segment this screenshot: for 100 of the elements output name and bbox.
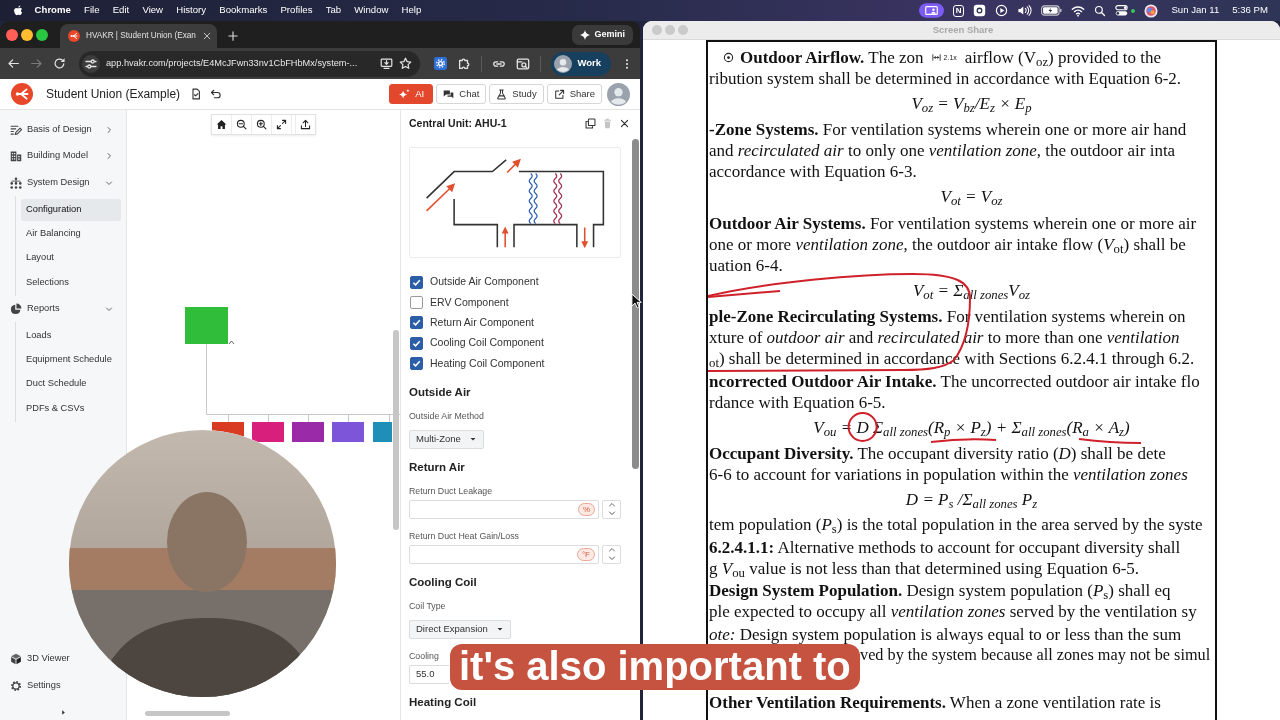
install-icon[interactable] — [380, 57, 394, 70]
apple-logo-icon[interactable] — [12, 4, 23, 17]
url-text[interactable]: app.hvakr.com/projects/E4McJFwn33nv1CbFHbMx/system-... — [106, 56, 358, 71]
checkbox[interactable] — [410, 296, 423, 310]
tab-search-icon[interactable] — [516, 56, 531, 71]
window-zoom-icon[interactable] — [36, 28, 48, 41]
unit-node[interactable] — [185, 307, 228, 344]
checkbox-label[interactable]: Heating Coil Component — [430, 355, 545, 372]
letter-n-icon[interactable]: N — [952, 4, 965, 17]
back-icon[interactable] — [7, 57, 20, 70]
gear-icon[interactable] — [434, 57, 448, 70]
document-text-line: accordance with Equation 6-3. — [708, 161, 918, 182]
menu-item[interactable]: Help — [395, 3, 428, 18]
caret-right-icon[interactable] — [59, 709, 67, 716]
window-close-icon[interactable] — [6, 28, 18, 41]
sidebar-subitem[interactable]: Air Balancing — [21, 222, 121, 245]
undo-icon[interactable] — [210, 88, 223, 100]
window-minimize-icon[interactable] — [21, 28, 33, 41]
home-button[interactable] — [212, 115, 232, 134]
menu-item[interactable]: Window — [347, 3, 395, 18]
forward-icon[interactable] — [30, 57, 43, 70]
sidebar-item[interactable]: Basis of Design — [0, 116, 126, 144]
checkbox-label[interactable]: Outside Air Component — [430, 274, 539, 291]
search-icon[interactable] — [1094, 4, 1107, 17]
menu-bar-time[interactable]: 5:36 PM — [1232, 3, 1268, 18]
site-settings-icon[interactable] — [82, 54, 100, 73]
checkbox[interactable] — [410, 357, 423, 371]
screen-sharing-icon[interactable] — [918, 3, 944, 18]
sidebar-item[interactable]: Reports — [0, 295, 126, 323]
menu-item[interactable]: File — [77, 3, 107, 18]
zone-node[interactable] — [292, 422, 324, 442]
sidebar-subitem[interactable]: Equipment Schedule — [21, 348, 121, 371]
close-icon[interactable] — [619, 117, 630, 129]
fit-view-button[interactable] — [272, 115, 292, 134]
select-dropdown[interactable]: Direct Expansion — [409, 619, 511, 639]
copy-icon[interactable] — [585, 117, 596, 129]
reload-icon[interactable] — [53, 57, 66, 70]
wifi-icon[interactable] — [1071, 3, 1086, 18]
ai-button[interactable]: AI — [389, 84, 434, 104]
menu-item[interactable]: Bookmarks — [212, 3, 274, 18]
checkbox-label[interactable]: Cooling Coil Component — [430, 335, 544, 352]
zoom-in-button[interactable] — [252, 115, 272, 134]
play-icon[interactable] — [995, 4, 1009, 17]
checkbox[interactable] — [410, 336, 423, 350]
menu-item[interactable]: View — [135, 3, 170, 18]
menu-bar-date[interactable]: Sun Jan 11 — [1171, 3, 1220, 18]
sidebar-subitem[interactable]: Selections — [21, 271, 121, 294]
star-icon[interactable] — [399, 57, 413, 70]
checkbox[interactable] — [410, 316, 423, 330]
menu-item[interactable]: History — [169, 3, 213, 18]
sidebar-item[interactable]: 3D Viewer — [0, 645, 92, 673]
browser-tab[interactable]: HVAKR | Student Union (Exan — [60, 24, 217, 48]
number-input[interactable]: °F — [409, 544, 599, 564]
address-bar[interactable]: app.hvakr.com/projects/E4McJFwn33nv1CbFHbMx/system-... — [79, 50, 421, 77]
puzzle-icon[interactable] — [457, 56, 472, 71]
sidebar-subitem[interactable]: Layout — [21, 247, 121, 270]
sidebar-subitem[interactable]: Loads — [21, 324, 121, 347]
sidebar-item[interactable]: Settings — [0, 672, 92, 699]
plus-icon[interactable] — [227, 30, 239, 42]
document-text-line: ved by the system because all zones may not be simul — [859, 644, 1212, 666]
record-icon[interactable] — [973, 4, 987, 17]
chevron-up-icon[interactable] — [228, 340, 235, 345]
sidebar-subitem[interactable]: Duct Schedule — [21, 373, 121, 396]
sidebar-item[interactable]: Building Model — [0, 143, 126, 170]
menu-item[interactable]: Tab — [319, 3, 348, 18]
scrollbar[interactable] — [393, 330, 399, 530]
app-menu[interactable]: Chrome — [28, 3, 78, 18]
checkbox-label[interactable]: Return Air Component — [430, 315, 534, 331]
zone-node[interactable] — [212, 422, 244, 437]
document-check-icon[interactable] — [190, 88, 203, 100]
chat-button[interactable]: Chat — [436, 84, 487, 104]
scrollbar[interactable] — [145, 711, 230, 716]
checkbox[interactable] — [410, 275, 423, 289]
number-input[interactable]: 55.0 — [409, 664, 449, 684]
sidebar-item[interactable]: System Design — [0, 169, 126, 197]
document-text-line: -Zone Systems. For ventilation systems wherein one or more air hand — [708, 119, 1188, 140]
profile-button[interactable]: Work — [551, 51, 611, 76]
menu-item[interactable]: Profiles — [273, 3, 320, 18]
checkbox-label[interactable]: ERV Component — [430, 294, 509, 311]
zone-node[interactable] — [252, 422, 284, 442]
export-button[interactable] — [295, 115, 315, 134]
study-button[interactable]: Study — [489, 84, 544, 104]
volume-icon[interactable] — [1017, 4, 1033, 17]
zone-node[interactable] — [332, 422, 364, 442]
sidebar-subitem[interactable]: PDFs & CSVs — [21, 397, 121, 420]
scrollbar[interactable] — [632, 139, 639, 469]
logo-icon[interactable] — [11, 83, 33, 105]
battery-icon[interactable] — [1041, 5, 1063, 16]
user-avatar-icon[interactable] — [607, 82, 630, 106]
orb-icon[interactable] — [1144, 3, 1159, 18]
select-dropdown[interactable]: Multi-Zone — [409, 429, 484, 449]
zone-node[interactable] — [373, 422, 392, 442]
number-input[interactable]: % — [409, 499, 599, 519]
close-icon[interactable] — [201, 31, 212, 41]
menu-item[interactable]: Edit — [106, 3, 136, 18]
control-center-icon[interactable] — [1115, 4, 1129, 17]
zoom-out-button[interactable] — [232, 115, 252, 134]
assistant-button[interactable]: Gemini — [572, 25, 633, 45]
sidebar-subitem[interactable]: Configuration — [21, 198, 121, 221]
share-button[interactable]: Share — [546, 84, 602, 104]
